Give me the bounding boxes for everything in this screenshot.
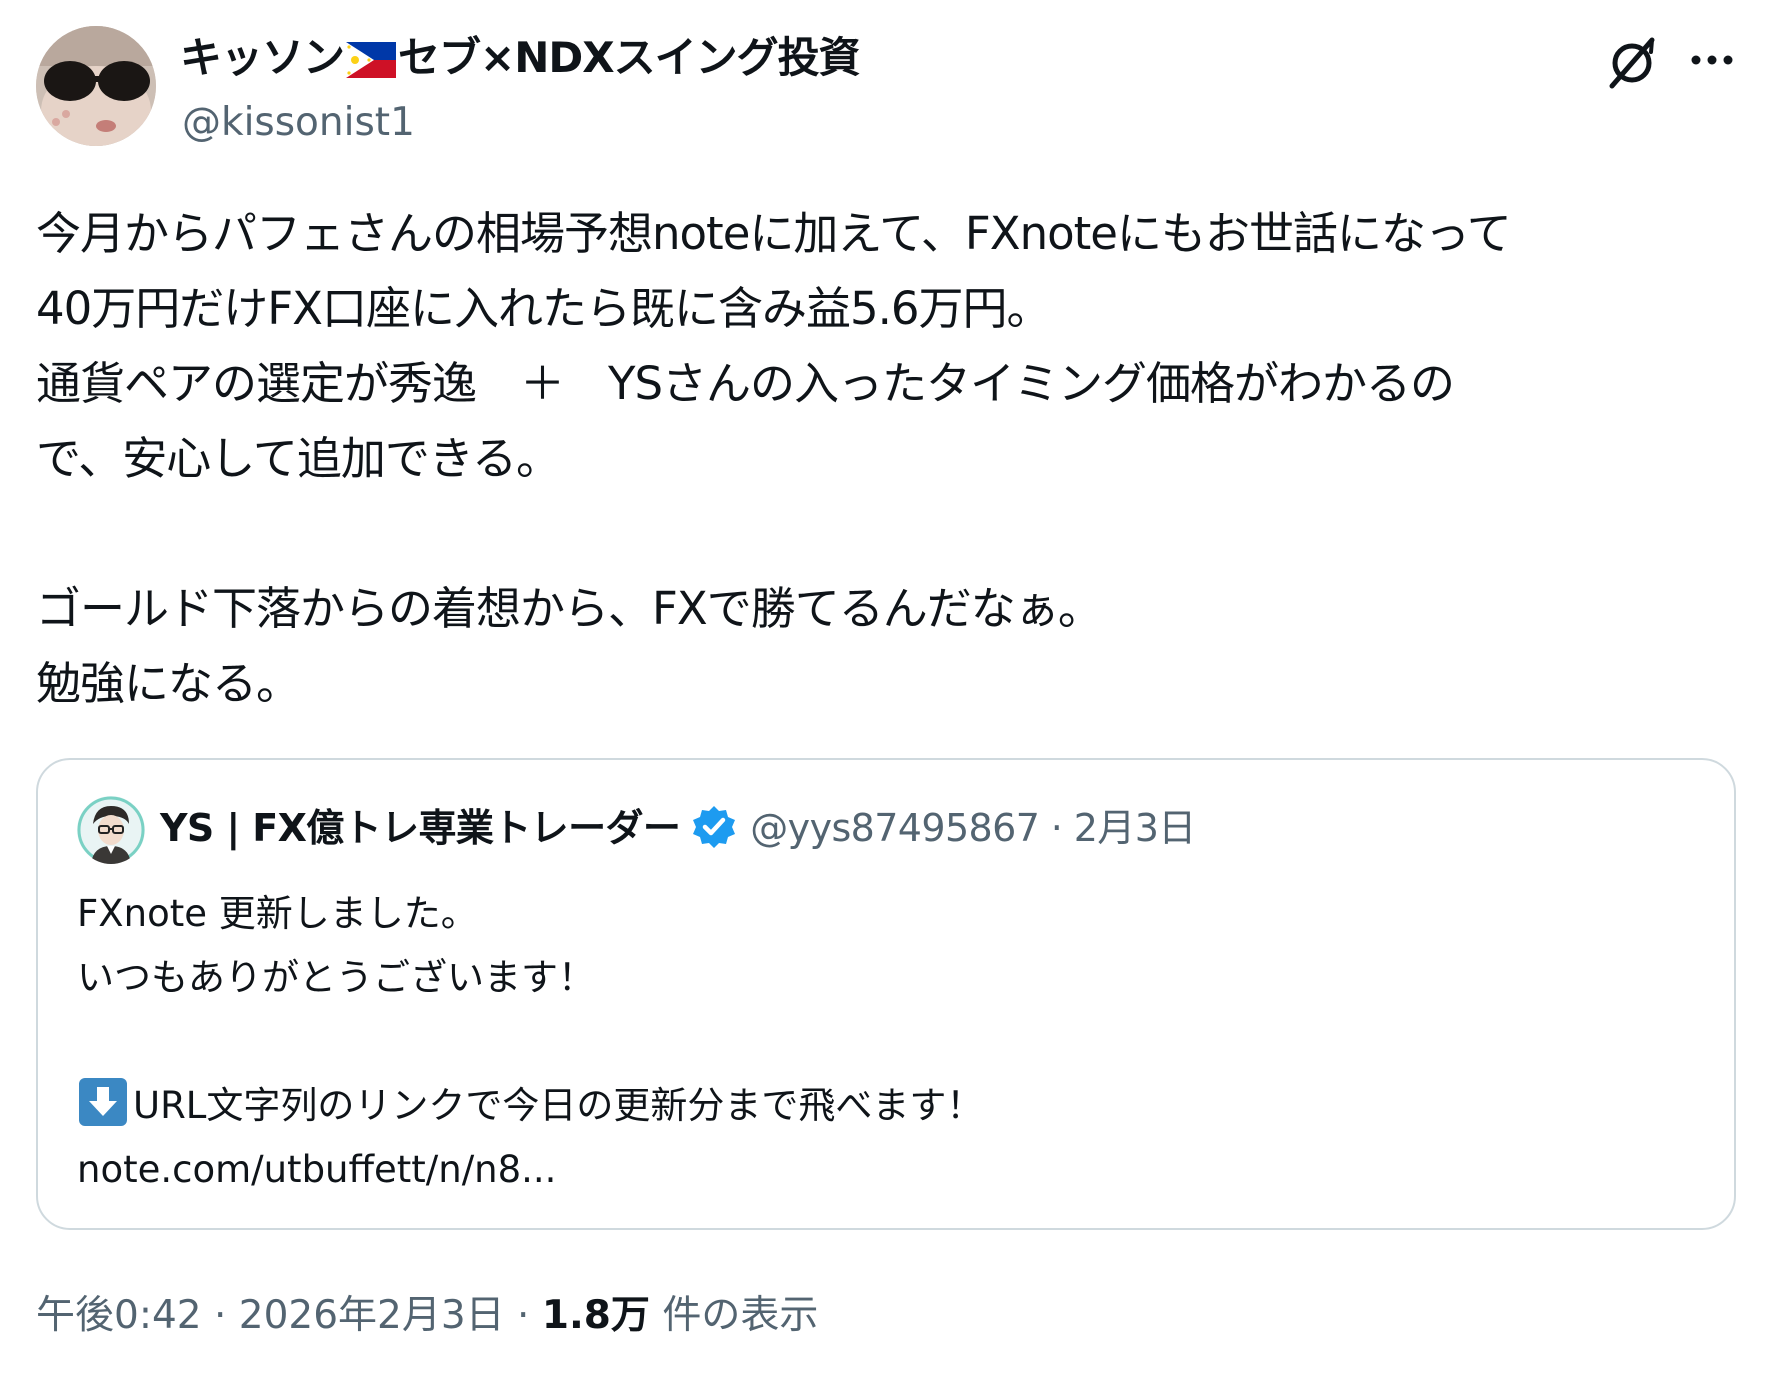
quoted-avatar-image xyxy=(77,796,145,864)
tweet-footer: 午後0:42 · 2026年2月3日 · 1.8万 件の表示 xyxy=(36,1288,818,1344)
more-options-icon[interactable] xyxy=(1688,50,1736,70)
avatar-image xyxy=(36,26,156,146)
down-arrow-emoji-icon xyxy=(77,1076,129,1128)
quoted-link[interactable]: note.com/utbuffett/n/n8... xyxy=(77,1148,556,1191)
philippines-flag-icon xyxy=(346,36,397,92)
quoted-line-3: URL文字列のリンクで今日の更新分まで飛べます！ xyxy=(133,1084,984,1127)
author-handle[interactable]: @kissonist1 xyxy=(182,98,415,148)
tweet-timestamp[interactable]: 午後0:42 · 2026年2月3日 · xyxy=(36,1293,542,1338)
display-name-part-1: キッソン xyxy=(180,33,345,82)
tweet-text: 今月からパフェさんの相場予想noteに加えて、FXnoteにもお世話になって 4… xyxy=(36,207,1512,710)
quoted-tweet-header: YS | FX億トレ専業トレーダー @yys87495867 · 2月3日 xyxy=(160,800,1196,856)
quoted-tweet-text: FXnote 更新しました。 いつもありがとうございます！ URL文字列のリンク… xyxy=(77,882,1697,1202)
author-display-name[interactable]: キッソン セブ×NDXスイング投資 xyxy=(180,30,861,92)
quoted-date[interactable]: · 2月3日 xyxy=(1051,806,1197,850)
quoted-handle[interactable]: @yys87495867 xyxy=(750,806,1040,850)
quoted-display-name[interactable]: YS | FX億トレ専業トレーダー xyxy=(160,806,681,850)
views-label[interactable]: 件の表示 xyxy=(650,1293,818,1338)
tweet: キッソン セブ×NDXスイング投資 @kissonist1 今月からパフェさんの… xyxy=(0,0,1775,1381)
quoted-author-avatar[interactable] xyxy=(77,796,145,864)
quoted-line-1: FXnote 更新しました。 xyxy=(77,892,478,935)
grok-icon[interactable] xyxy=(1604,34,1660,90)
quoted-tweet-card[interactable]: YS | FX億トレ専業トレーダー @yys87495867 · 2月3日 FX… xyxy=(36,758,1736,1230)
display-name-part-2: セブ×NDXスイング投資 xyxy=(398,33,861,82)
author-avatar[interactable] xyxy=(36,26,156,146)
views-count[interactable]: 1.8万 xyxy=(542,1293,650,1338)
verified-badge-icon[interactable] xyxy=(690,803,738,851)
quoted-line-2: いつもありがとうございます！ xyxy=(77,956,595,999)
